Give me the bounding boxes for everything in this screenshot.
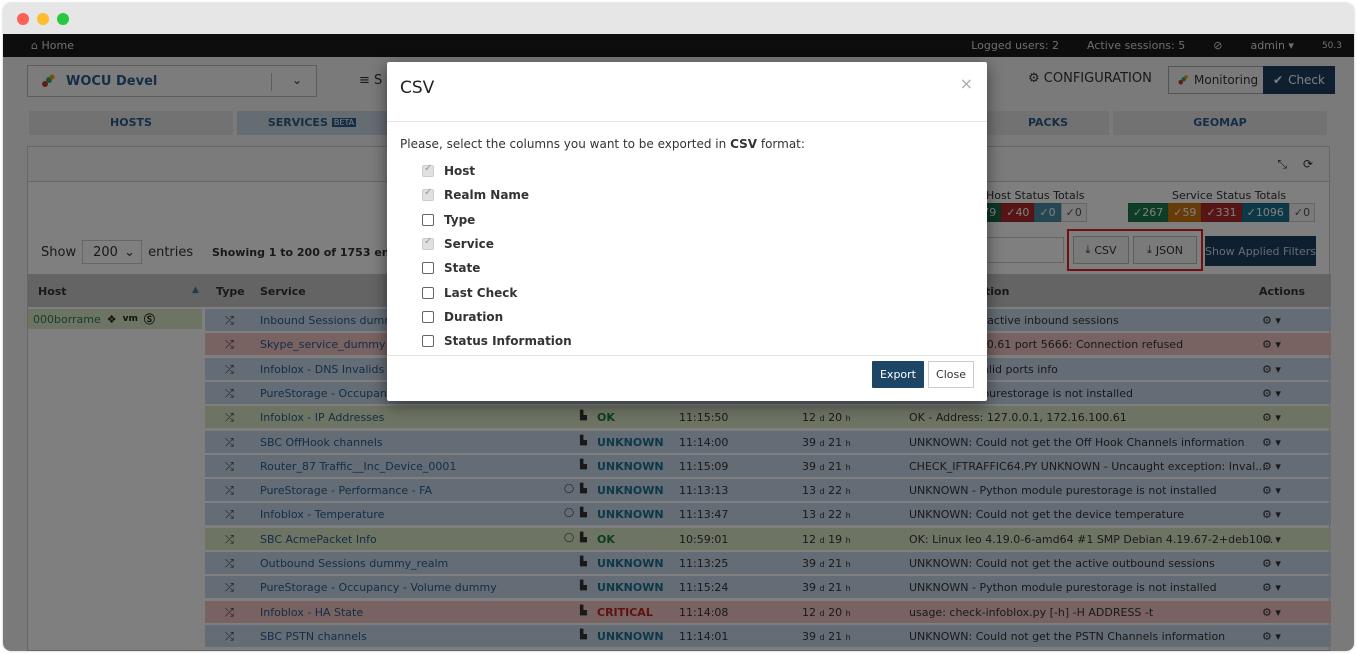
column-option-label[interactable]: Realm Name — [444, 188, 529, 202]
modal-body: Please, select the columns you want to b… — [387, 122, 987, 355]
export-button[interactable]: Export — [872, 361, 924, 388]
modal-title: CSV — [400, 78, 435, 98]
maximize-window-button[interactable] — [57, 13, 69, 25]
column-checkbox[interactable] — [422, 262, 434, 275]
column-option-label[interactable]: Service — [444, 237, 494, 251]
export-label: Export — [879, 368, 916, 381]
column-checkbox[interactable] — [422, 213, 434, 226]
column-option: State — [422, 256, 974, 280]
column-option-label[interactable]: Status Information — [444, 334, 572, 348]
column-checkbox-list: Host Realm Name Type Service State Last Check… — [400, 159, 974, 353]
column-option: Realm Name — [422, 183, 974, 207]
column-checkbox — [422, 236, 434, 251]
column-option: Service — [422, 232, 974, 256]
column-option-label[interactable]: Type — [444, 213, 475, 227]
csv-export-modal: CSV × Please, select the columns you wan… — [387, 62, 987, 401]
instructions-prefix: Please, select the columns you want to b… — [400, 137, 731, 151]
column-option-label[interactable]: Duration — [444, 310, 503, 324]
column-checkbox — [422, 187, 434, 202]
column-option: Type — [422, 208, 974, 232]
column-checkbox — [422, 163, 434, 178]
column-checkbox[interactable] — [422, 310, 434, 323]
modal-instructions: Please, select the columns you want to b… — [400, 137, 974, 151]
column-option: Duration — [422, 305, 974, 329]
column-option: Host — [422, 159, 974, 183]
column-checkbox[interactable] — [422, 286, 434, 299]
close-icon[interactable]: × — [960, 74, 973, 93]
modal-header: CSV × — [387, 62, 987, 122]
column-option-label[interactable]: Last Check — [444, 286, 517, 300]
close-label: Close — [936, 368, 966, 381]
minimize-window-button[interactable] — [37, 13, 49, 25]
instructions-suffix: format: — [757, 137, 805, 151]
column-option: Last Check — [422, 280, 974, 304]
column-option: Status Information — [422, 329, 974, 353]
column-option-label[interactable]: Host — [444, 164, 475, 178]
window-titlebar — [3, 3, 1354, 34]
modal-footer: Export Close — [387, 355, 987, 401]
browser-window: ⌂ Home Logged users: 2 Active sessions: … — [3, 3, 1354, 651]
instructions-format: CSV — [730, 137, 758, 151]
close-window-button[interactable] — [17, 13, 29, 25]
close-button[interactable]: Close — [928, 361, 974, 388]
column-checkbox[interactable] — [422, 335, 434, 348]
column-option-label[interactable]: State — [444, 261, 480, 275]
